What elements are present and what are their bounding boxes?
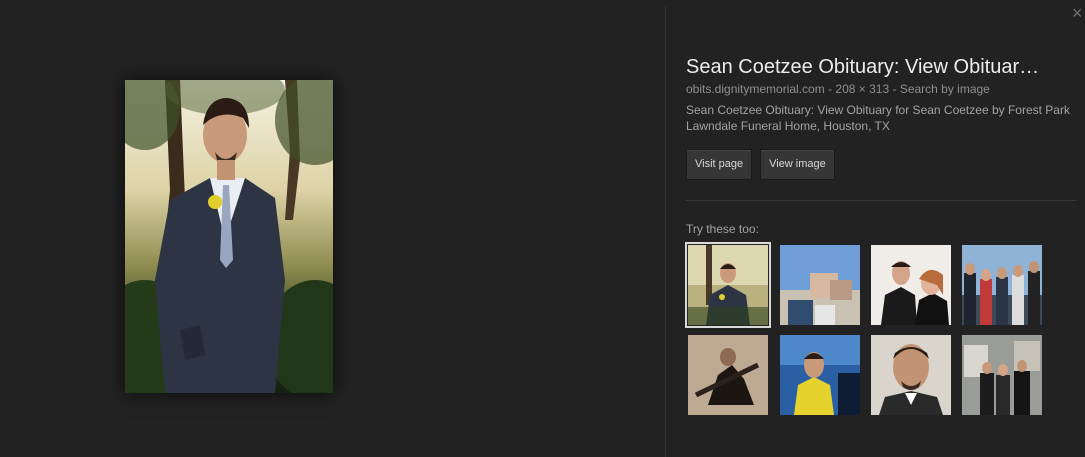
try-these-label: Try these too: xyxy=(686,222,759,236)
image-dimensions: 208 × 313 xyxy=(835,82,890,96)
related-thumb-5[interactable] xyxy=(688,335,768,415)
main-image-sean-coetzee[interactable] xyxy=(125,80,333,393)
result-info: Sean Coetzee Obituary: View Obituar… obi… xyxy=(686,55,1076,134)
result-description: Sean Coetzee Obituary: View Obituary for… xyxy=(686,103,1070,133)
source-link[interactable]: obits.dignitymemorial.com xyxy=(686,82,825,96)
related-thumb-6[interactable] xyxy=(780,335,860,415)
related-thumb-1[interactable] xyxy=(685,242,771,328)
related-thumb-8[interactable] xyxy=(962,335,1042,415)
image-preview-pane xyxy=(0,0,665,457)
related-thumb-4[interactable] xyxy=(962,245,1042,325)
related-thumb-7[interactable] xyxy=(871,335,951,415)
related-thumb-2[interactable] xyxy=(780,245,860,325)
view-image-button[interactable]: View image xyxy=(760,149,835,180)
meta-separator: - xyxy=(892,82,900,96)
pane-divider xyxy=(665,6,666,457)
related-thumb-3[interactable] xyxy=(871,245,951,325)
result-meta: obits.dignitymemorial.com - 208 × 313 - … xyxy=(686,81,1076,97)
visit-page-button[interactable]: Visit page xyxy=(686,149,753,180)
search-by-image-link[interactable]: Search by image xyxy=(900,82,990,96)
section-divider xyxy=(686,200,1076,201)
action-buttons: Visit page View image xyxy=(686,149,843,180)
result-title[interactable]: Sean Coetzee Obituary: View Obituar… xyxy=(686,55,1071,79)
close-icon[interactable]: × xyxy=(1072,4,1085,22)
